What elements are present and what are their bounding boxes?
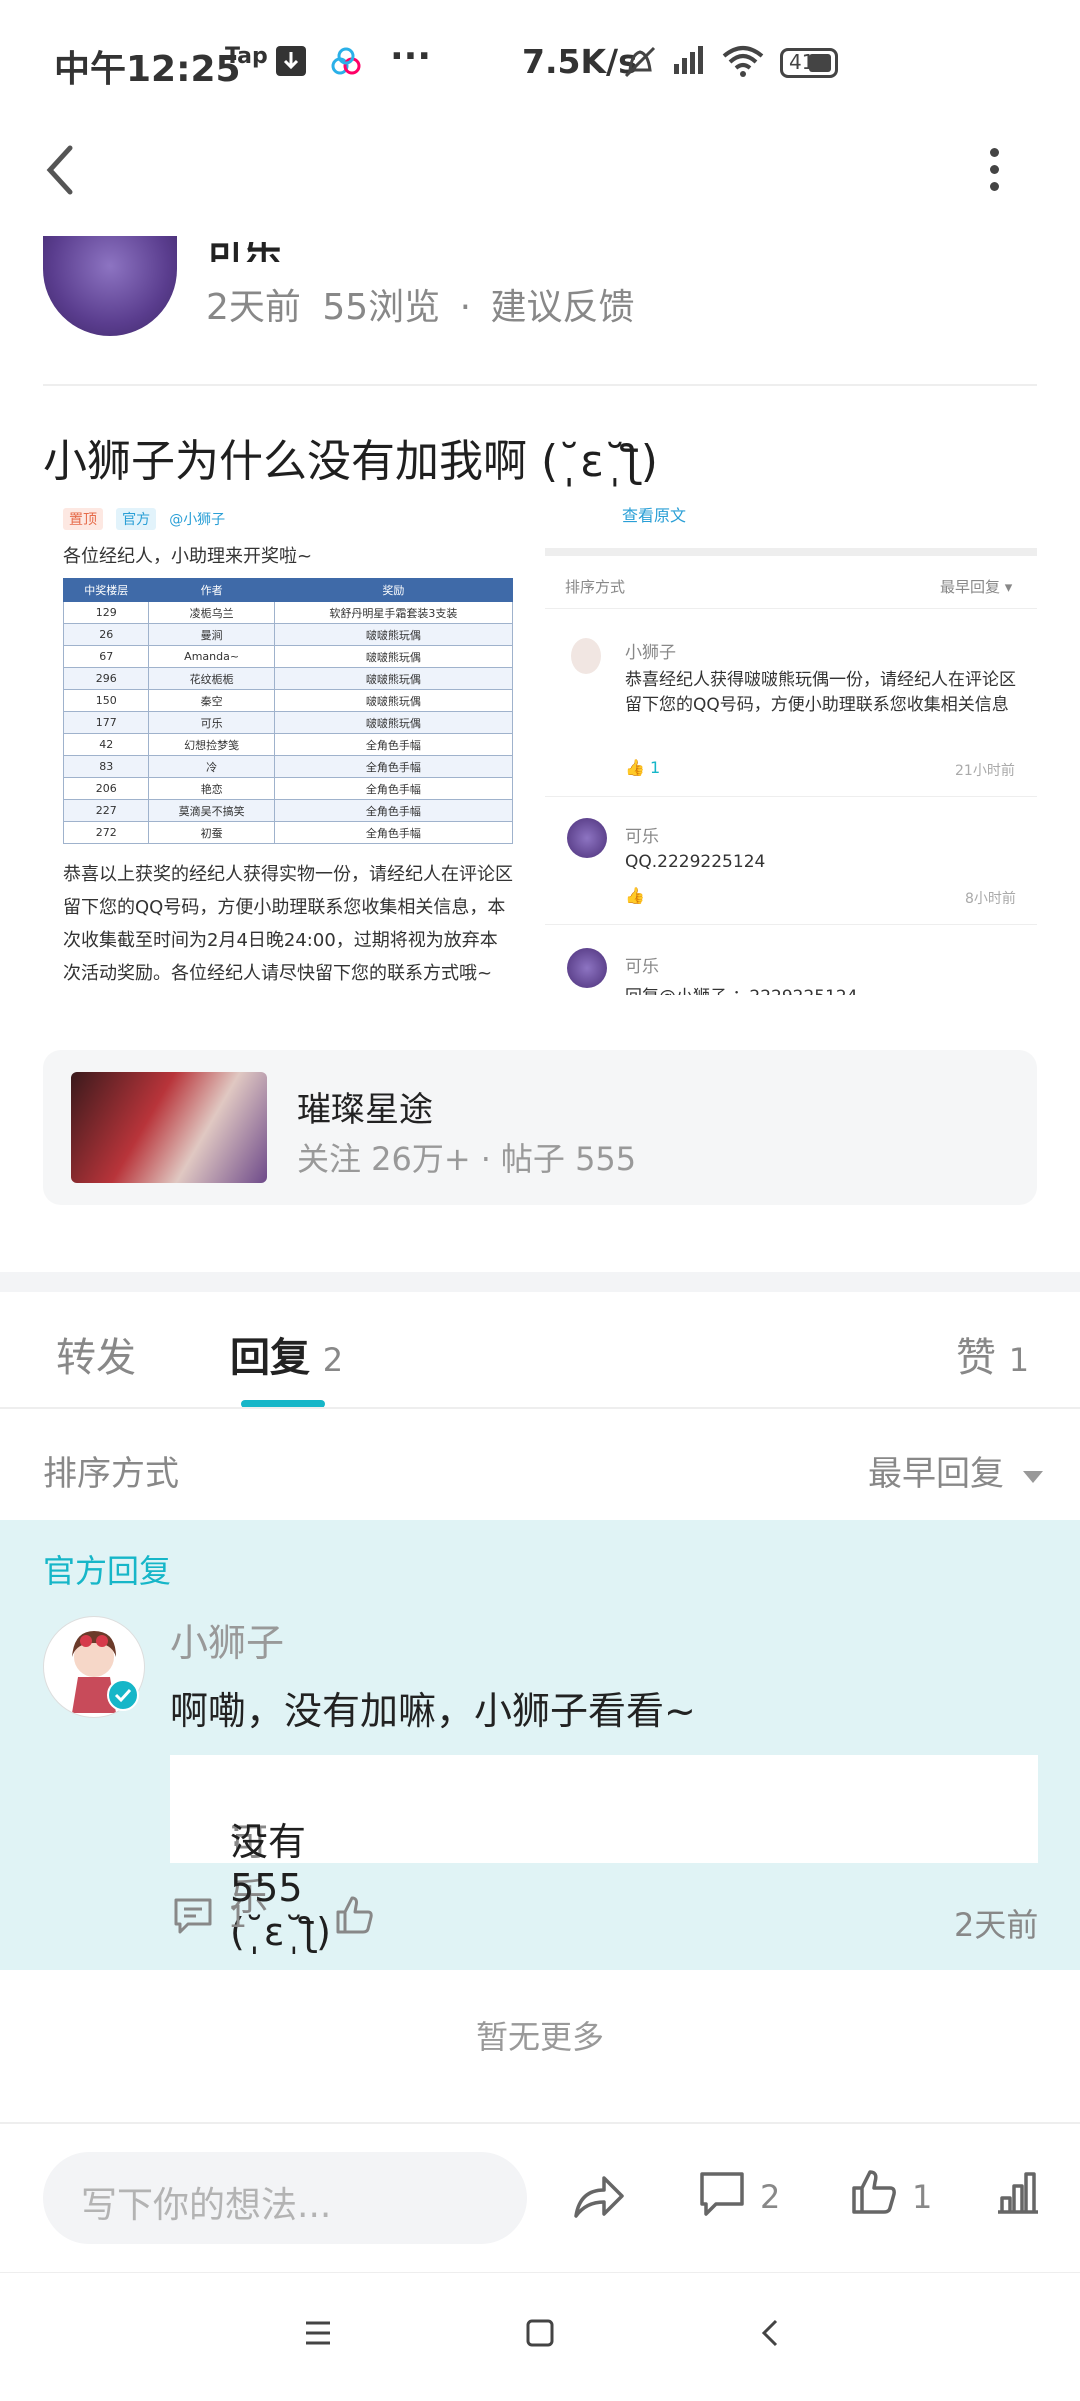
table-row: 206 艳恋 全角色手幅 (62, 777, 514, 800)
home-icon (526, 2319, 554, 2347)
more-options-button[interactable] (982, 148, 1006, 198)
post-title: 小狮子为什么没有加我啊 (˘̩̩̩ε˘̩ƪ) (43, 436, 658, 487)
author-avatar[interactable] (43, 236, 177, 336)
pin-tag: 置顶 (63, 508, 103, 530)
table-row: 150 秦空 啵啵熊玩偶 (62, 689, 514, 712)
network-speed: 7.5K/s (522, 42, 638, 81)
app-notification-icon (330, 46, 362, 82)
sort-label: 排序方式 (43, 1454, 179, 1494)
reply-comment-count: 1 (228, 1900, 248, 1935)
announcement-heading: 各位经纪人，小助理来开奖啦~ (63, 546, 313, 567)
share-icon (574, 2176, 624, 2218)
comment-icon[interactable] (172, 1896, 214, 1940)
post-views: 55浏览 (322, 287, 441, 328)
status-time: 中午12:25 (54, 49, 241, 90)
back-button[interactable] (40, 140, 84, 200)
tab-reply[interactable]: 回复 2 (230, 1325, 343, 1383)
official-reply-section: 官方回复 小狮子 啊嘞，没有加嘛，小狮子看看~ 可乐 : 没有555 (˘̩̩̩… (0, 1520, 1080, 1970)
no-more-text: 暂无更多 (475, 2018, 604, 2056)
circle-stats: 关注 26万+ · 帖子 555 (297, 1140, 637, 1178)
comment-icon (700, 2172, 744, 2216)
sort-dropdown[interactable]: 最早回复 (868, 1446, 1045, 1495)
wifi-icon (720, 42, 766, 82)
comments-count: 2 (760, 2178, 781, 2216)
section-separator (0, 1272, 1080, 1292)
table-row: 26 曼涧 啵啵熊玩偶 (62, 623, 514, 646)
reply-time: 2天前 (954, 1906, 1039, 1944)
table-row: 296 花纹栀栀 啵啵熊玩偶 (62, 667, 514, 690)
table-row: 129 凌栀乌兰 软舒丹明星手霜套装3支装 (62, 601, 514, 624)
replier-name[interactable]: 小狮子 (170, 1612, 284, 1667)
download-icon (276, 46, 306, 76)
back-icon (761, 2319, 778, 2347)
table-row: 177 可乐 啵啵熊玩偶 (62, 711, 514, 734)
thumbs-up-icon (852, 2170, 896, 2214)
table-row: 42 幻想捡梦笺 全角色手幅 (62, 733, 514, 756)
triangle-down-icon (1022, 1471, 1043, 1483)
back-nav-button[interactable] (754, 2317, 786, 2353)
home-nav-button[interactable] (524, 2317, 556, 2353)
commenter-avatar (571, 638, 601, 674)
mention: @小狮子 (169, 512, 226, 528)
winners-table: 中奖楼层 作者 奖励 129 凌栀乌兰 软舒丹明星手霜套装3支装 26 曼涧 啵啵熊玩偶 6… (62, 578, 514, 844)
view-original-link: 查看原文 (622, 506, 687, 525)
official-reply-label: 官方回复 (43, 1552, 172, 1590)
likes-count: 1 (912, 2178, 933, 2216)
table-row: 67 Amanda~ 啵啵熊玩偶 (62, 645, 514, 668)
table-row: 227 莫滴吴不搞笑 全角色手幅 (62, 799, 514, 822)
tab-repost[interactable]: 转发 (56, 1325, 136, 1383)
post-image-announcement[interactable]: 置顶 官方 @小狮子 各位经纪人，小助理来开奖啦~ 中奖楼层 作者 奖励 129… (43, 500, 525, 995)
circle-cover-image (71, 1072, 267, 1183)
tab-like[interactable]: 赞 1 (956, 1325, 1029, 1383)
battery-icon: 41 (780, 48, 838, 78)
chevron-left-icon (46, 145, 73, 195)
menu-nav-button[interactable] (302, 2317, 334, 2353)
menu-icon (306, 2321, 330, 2345)
circle-name: 璀璨星途 (297, 1090, 433, 1130)
bar-chart-icon (998, 2172, 1038, 2214)
author-name[interactable]: 可乐 (206, 242, 282, 262)
tap-app-icon: Tap (225, 44, 268, 69)
like-icon[interactable] (334, 1894, 376, 1940)
like-button[interactable]: 1 (850, 2168, 932, 2220)
official-tag: 官方 (116, 508, 157, 530)
comments-button[interactable]: 2 (698, 2170, 780, 2222)
divider (43, 384, 1037, 386)
announcement-body: 恭喜以上获奖的经纪人获得实物一份，请经纪人在评论区留下您的QQ号码，方便小助理联… (63, 864, 513, 984)
signal-icon (668, 42, 708, 82)
reply-text: 啊嘞，没有加嘛，小狮子看看~ (170, 1689, 696, 1733)
post-time: 2天前 (206, 287, 301, 328)
circle-card[interactable]: 璀璨星途 关注 26万+ · 帖子 555 (43, 1050, 1037, 1205)
post-image-comments[interactable]: 查看原文 排序方式 最早回复 ▾ 小狮子 恭喜经纪人获得啵啵熊玩偶一份，请经纪人… (545, 500, 1037, 995)
quoted-reply[interactable]: 可乐 : 没有555 (˘̩̩̩ε˘̩ƪ) (170, 1755, 1038, 1954)
more-notifications-icon: ··· (390, 36, 432, 77)
stats-button[interactable] (994, 2168, 1042, 2220)
verified-badge-icon (106, 1678, 140, 1712)
share-button[interactable] (572, 2172, 626, 2226)
comment-input[interactable]: 写下你的想法... (43, 2152, 527, 2244)
system-nav-bar (0, 2272, 1080, 2401)
status-bar: 中午12:25 Tap ··· 7.5K/s 41 (0, 0, 1080, 120)
table-row: 272 初蚕 全角色手幅 (62, 821, 514, 844)
mute-icon (622, 44, 658, 84)
table-row: 83 冷全角色手幅 (62, 755, 514, 778)
post-category[interactable]: 建议反馈 (491, 287, 635, 328)
post-meta: 2天前 55浏览 · 建议反馈 (206, 287, 635, 328)
